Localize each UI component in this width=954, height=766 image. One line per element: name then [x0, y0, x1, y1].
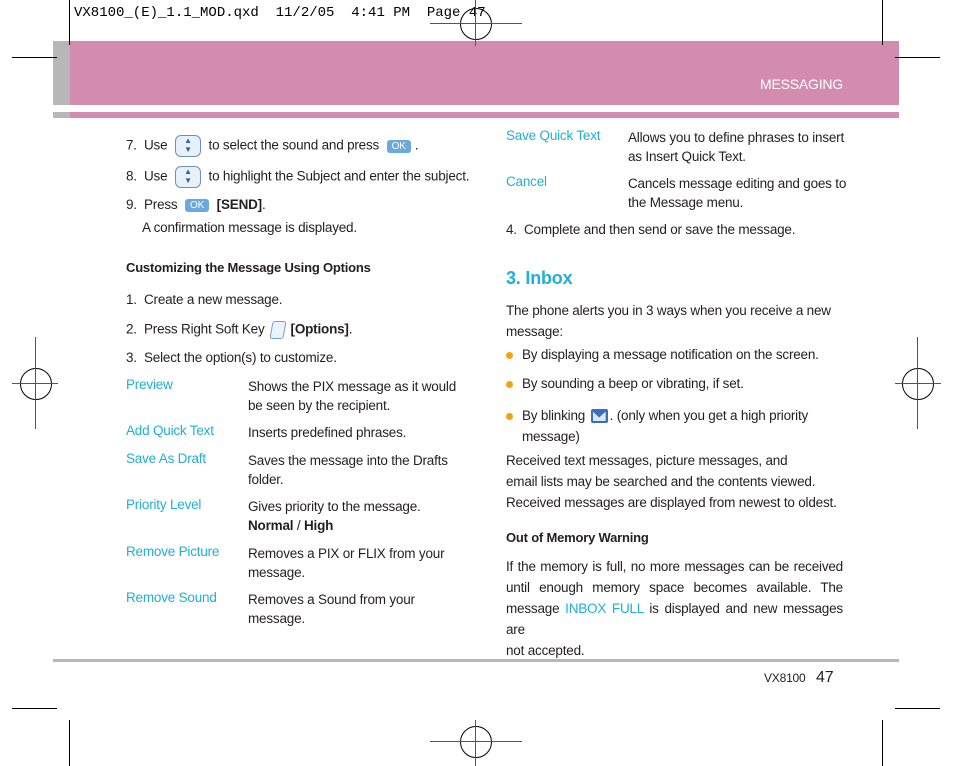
step-7: 7. Use ▲ ▼ to select the sound and press …: [126, 135, 418, 157]
option-description: Allows you to define phrases to insert as…: [628, 130, 845, 164]
section-title: MESSAGING: [760, 76, 843, 92]
bullet-icon: [506, 351, 513, 359]
header-rule: [70, 112, 899, 118]
step-8: 8. Use ▲ ▼ to highlight the Subject and e…: [126, 166, 470, 188]
header-band: [70, 41, 899, 105]
option-term: Preview: [126, 377, 173, 392]
options-heading: Customizing the Message Using Options: [126, 260, 371, 275]
option-description: Removes a PIX or FLIX from your message.: [248, 546, 445, 580]
oom-paragraph: If the memory is full, no more messages …: [506, 559, 843, 658]
step-9: 9. Press OK [SEND].: [126, 197, 266, 212]
crop-mark: [12, 57, 57, 58]
inbox-heading: 3. Inbox: [506, 268, 573, 288]
crop-mark: [882, 0, 883, 45]
option-description: Cancels message editing and goes to the M…: [628, 176, 847, 210]
option-term: Remove Picture: [126, 544, 220, 559]
inbox-paragraph: Received text messages, picture messages…: [506, 453, 837, 510]
option-term: Save Quick Text: [506, 128, 601, 143]
crop-mark: [895, 708, 940, 709]
right-soft-key-icon: [268, 321, 287, 339]
step-2: 2. Press Right Soft Key [Options].: [126, 321, 352, 339]
option-description: Inserts predefined phrases.: [248, 425, 407, 440]
step-9-note: A confirmation message is displayed.: [142, 220, 357, 235]
option-description: Shows the PIX message as it would be seen…: [248, 379, 457, 413]
option-term: Save As Draft: [126, 451, 206, 466]
crop-mark: [882, 720, 883, 766]
oom-heading: Out of Memory Warning: [506, 530, 649, 545]
page-number: 47: [816, 669, 834, 686]
step-1: 1. Create a new message.: [126, 292, 283, 307]
option-description: Saves the message into the Drafts folder.: [248, 453, 448, 487]
envelope-icon: [590, 409, 608, 424]
bullet-item: By blinking . (only when you get a high …: [506, 405, 808, 447]
registration-mark-icon: [902, 368, 934, 400]
inbox-intro: The phone alerts you in 3 ways when you …: [506, 303, 831, 339]
print-slug: VX8100_(E)_1.1_MOD.qxd 11/2/05 4:41 PM P…: [74, 5, 486, 21]
registration-mark-icon: [460, 726, 492, 758]
nav-key-icon: ▲ ▼: [174, 135, 201, 157]
bullet-icon: [506, 380, 513, 388]
crop-mark: [12, 708, 57, 709]
manual-page: VX8100_(E)_1.1_MOD.qxd 11/2/05 4:41 PM P…: [0, 0, 954, 766]
registration-mark-icon: [460, 8, 492, 40]
crop-mark: [69, 0, 70, 45]
option-term: Add Quick Text: [126, 423, 214, 438]
header-gray-tab: [53, 41, 70, 105]
footer-model: VX8100: [764, 671, 806, 685]
nav-key-icon: ▲ ▼: [174, 166, 201, 188]
option-description: Gives priority to the message. Normal / H…: [248, 499, 421, 533]
step-4: 4. Complete and then send or save the me…: [506, 222, 796, 237]
bullet-item: By sounding a beep or vibrating, if set.: [506, 376, 744, 391]
bullet-icon: [506, 412, 513, 420]
option-term: Cancel: [506, 174, 547, 189]
ok-key-icon: OK: [386, 139, 411, 153]
option-term: Remove Sound: [126, 590, 217, 605]
step-3: 3. Select the option(s) to customize.: [126, 350, 337, 365]
option-term: Priority Level: [126, 497, 202, 512]
header-gray-rule: [53, 112, 70, 118]
bullet-item: By displaying a message notification on …: [506, 347, 819, 362]
crop-mark: [69, 720, 70, 766]
crop-mark: [895, 57, 940, 58]
footer-rule: [53, 659, 899, 662]
option-description: Removes a Sound from your message.: [248, 592, 415, 626]
registration-mark-icon: [20, 368, 52, 400]
inbox-full-text: INBOX FULL: [565, 601, 644, 616]
ok-key-icon: OK: [185, 198, 210, 212]
